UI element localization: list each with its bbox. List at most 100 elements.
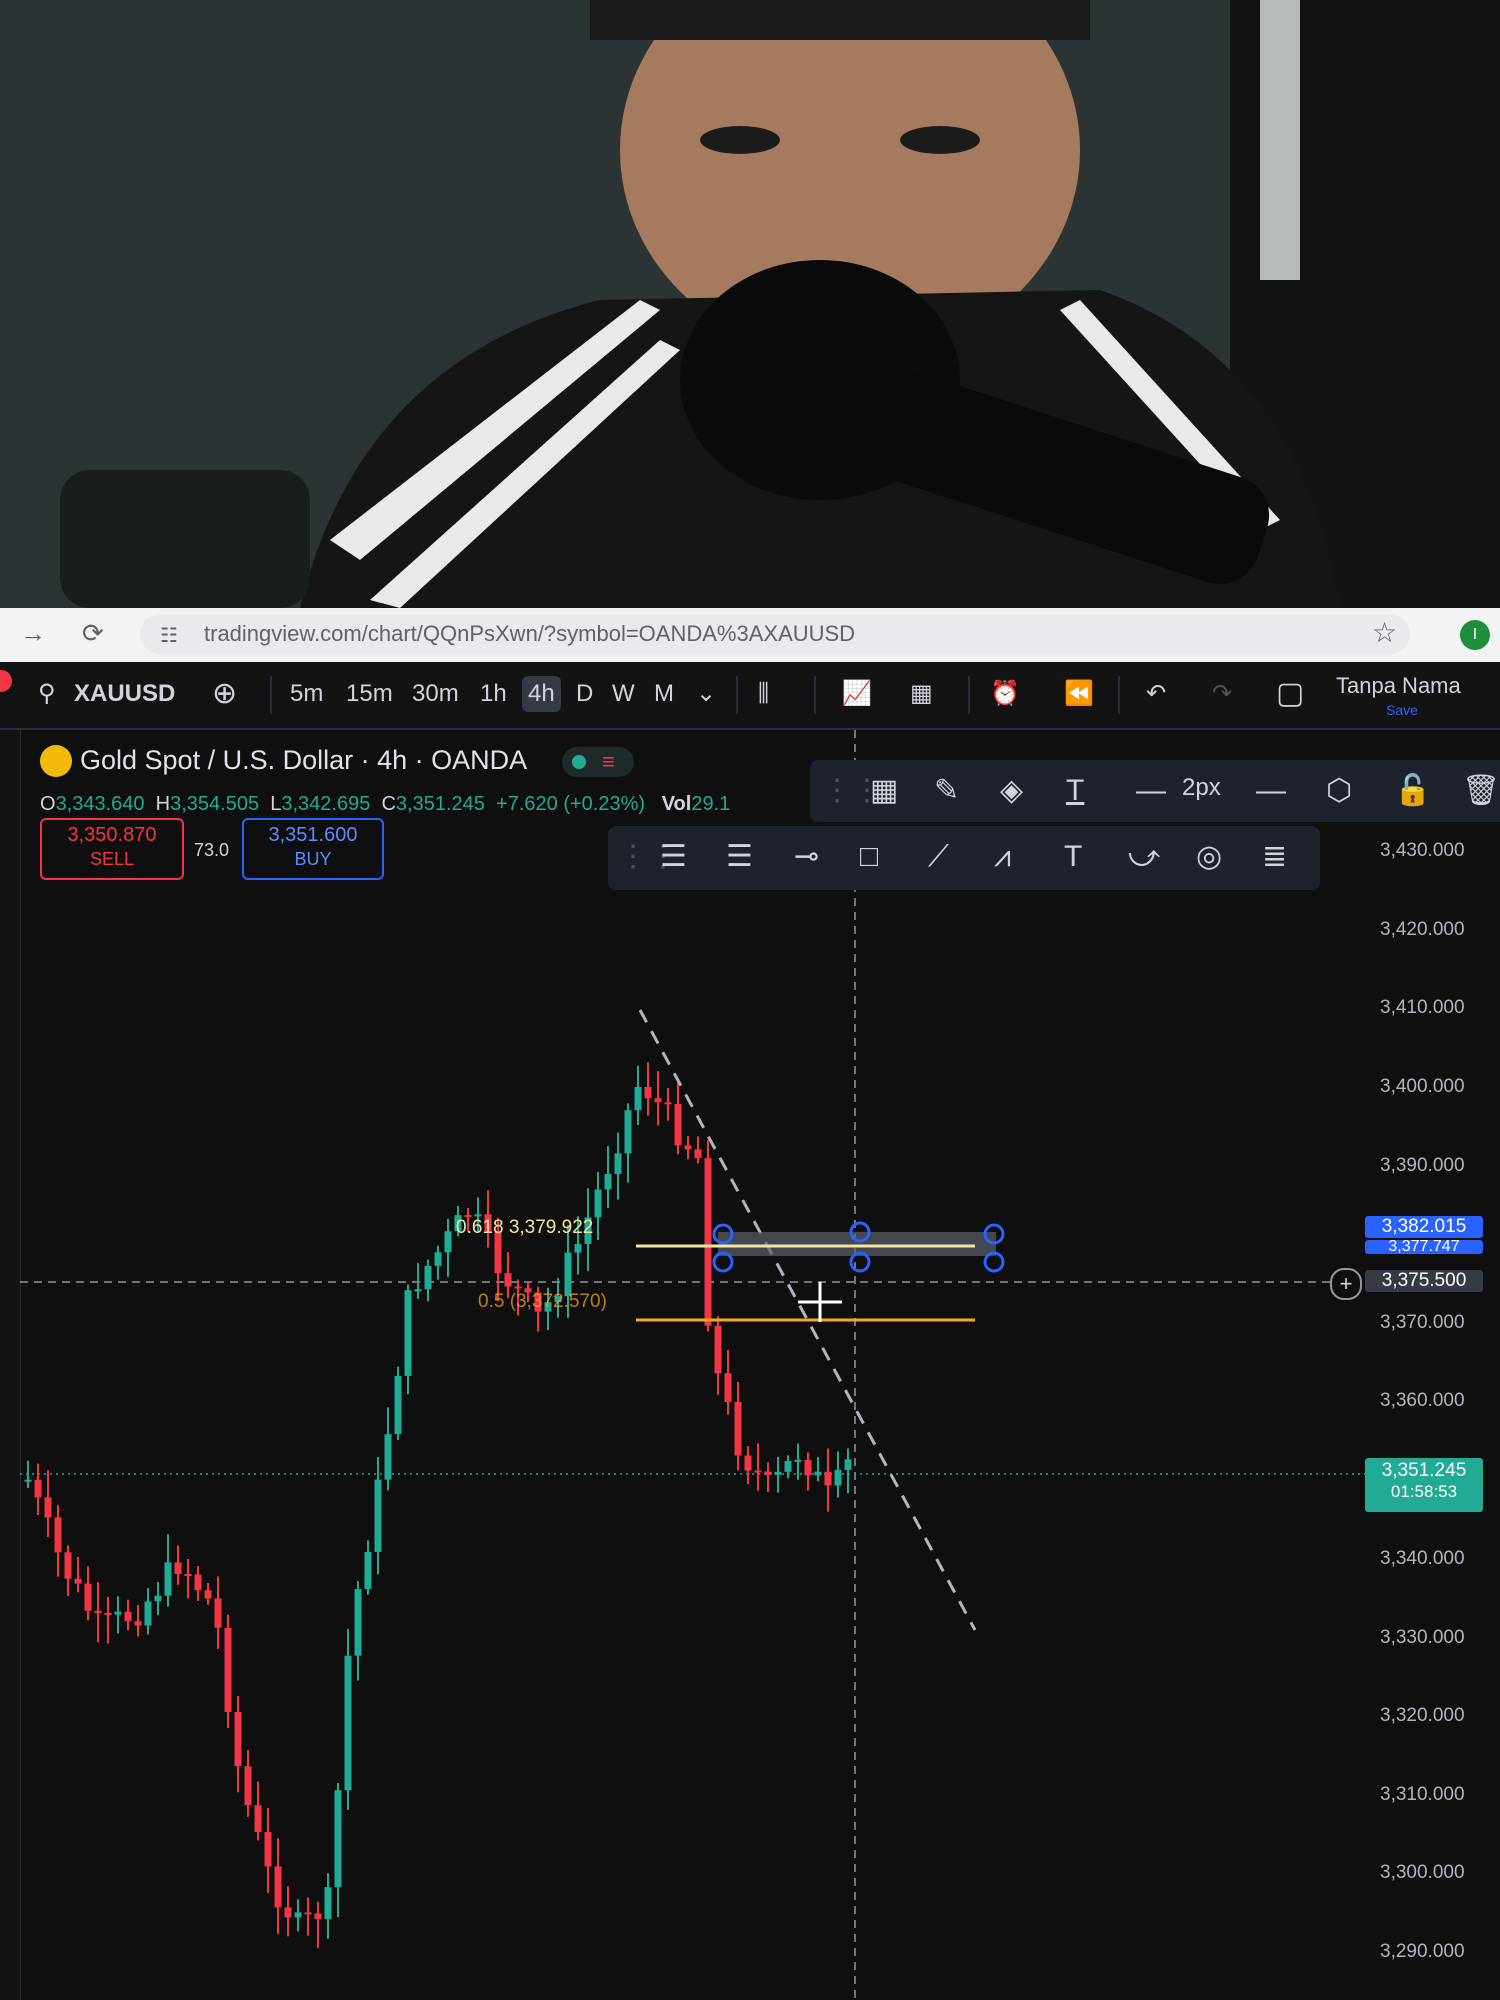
url-field[interactable]: ☷ tradingview.com/chart/QQnPsXwn/?symbol… bbox=[140, 614, 1410, 654]
fib-5-label: 0.5 (3,372.570) bbox=[478, 1291, 607, 1312]
indicators-icon[interactable]: 📈 bbox=[842, 676, 872, 712]
layout-grid-icon[interactable]: ▦ bbox=[910, 676, 933, 712]
candle-body bbox=[784, 1460, 792, 1472]
candle-body bbox=[84, 1583, 92, 1611]
candle-body bbox=[224, 1627, 232, 1713]
candle-body bbox=[694, 1149, 702, 1159]
curve-icon[interactable]: ⤻ bbox=[1128, 838, 1160, 876]
timeframe-w[interactable]: W bbox=[612, 676, 635, 712]
candle-body bbox=[24, 1479, 32, 1482]
trend-line-icon[interactable]: ⟋ bbox=[928, 838, 949, 876]
fullscreen-icon[interactable]: ▢ bbox=[1276, 676, 1304, 712]
stroke-width-value[interactable]: 2px bbox=[1182, 774, 1221, 802]
timeframe-1h[interactable]: 1h bbox=[480, 676, 507, 712]
candle-body bbox=[134, 1621, 142, 1626]
candle-body bbox=[764, 1471, 772, 1475]
text-color-icon[interactable]: T bbox=[1066, 772, 1084, 810]
market-status-pill[interactable]: ≡ bbox=[562, 747, 634, 777]
candle-body bbox=[164, 1562, 172, 1596]
candle-body bbox=[514, 1286, 522, 1289]
last-price-tag: 3,351.245 01:58:53 bbox=[1365, 1458, 1483, 1512]
price-chart[interactable]: 0.618 3,379.922 0.5 (3,372.570) bbox=[0, 730, 1500, 2000]
redo-icon[interactable]: ↷ bbox=[1212, 676, 1232, 712]
candle-body bbox=[374, 1479, 382, 1552]
fill-color-icon[interactable]: ◈ bbox=[1000, 772, 1023, 810]
chevron-down-icon[interactable]: ⌄ bbox=[696, 676, 716, 712]
candle-body bbox=[154, 1595, 162, 1602]
forward-icon[interactable]: → bbox=[20, 618, 46, 649]
sell-price: 3,350.870 bbox=[67, 824, 157, 846]
url-text: tradingview.com/chart/QQnPsXwn/?symbol=O… bbox=[204, 621, 856, 646]
add-alert-icon[interactable]: + bbox=[1330, 1268, 1362, 1300]
price-label: 3,390.000 bbox=[1380, 1155, 1465, 1176]
divider bbox=[1118, 676, 1120, 714]
candle-body bbox=[324, 1887, 332, 1920]
horizontal-ray-icon[interactable]: ⊸ bbox=[794, 838, 819, 876]
timeframe-5m[interactable]: 5m bbox=[290, 676, 323, 712]
unlock-icon[interactable]: 🔓 bbox=[1394, 772, 1431, 810]
candle-body bbox=[704, 1158, 712, 1326]
candle-body bbox=[504, 1273, 512, 1287]
candle-body bbox=[234, 1712, 242, 1767]
save-label[interactable]: Save bbox=[1386, 692, 1418, 728]
reload-icon[interactable]: ⟳ bbox=[82, 618, 104, 649]
line-style-icon[interactable]: — bbox=[1136, 772, 1166, 810]
candle-body bbox=[754, 1470, 762, 1473]
site-settings-icon[interactable]: ☷ bbox=[160, 623, 178, 648]
compare-symbol-icon[interactable]: ⊕ bbox=[212, 676, 237, 712]
timeframe-m[interactable]: M bbox=[654, 676, 674, 712]
fib-retracement-icon[interactable]: ☰ bbox=[660, 838, 687, 876]
candle-body bbox=[594, 1189, 602, 1218]
path-icon[interactable]: ⩘ bbox=[994, 838, 1011, 876]
line-type-icon[interactable]: — bbox=[1256, 772, 1286, 810]
divider bbox=[270, 676, 272, 714]
candle-body bbox=[824, 1471, 832, 1486]
timeframe-15m[interactable]: 15m bbox=[346, 676, 393, 712]
candle-body bbox=[254, 1805, 262, 1833]
menu-icon[interactable]: ≣ bbox=[1262, 838, 1287, 876]
trash-icon[interactable]: 🗑 bbox=[1462, 772, 1500, 810]
candle-body bbox=[444, 1231, 452, 1253]
target-icon[interactable]: ◎ bbox=[1196, 838, 1222, 876]
candle-body bbox=[424, 1265, 432, 1290]
crosshair-price-tag: 3,375.500 bbox=[1365, 1270, 1483, 1292]
undo-icon[interactable]: ↶ bbox=[1146, 676, 1166, 712]
sell-button[interactable]: 3,350.870 SELL bbox=[40, 818, 184, 880]
last-price-value: 3,351.245 bbox=[1381, 1460, 1467, 1481]
fib-extension-icon[interactable]: ☰ bbox=[726, 838, 753, 876]
text-tool-icon[interactable]: T bbox=[1064, 838, 1082, 876]
candle-body bbox=[34, 1479, 42, 1498]
candle-body bbox=[204, 1590, 212, 1599]
equals-icon: ≡ bbox=[602, 749, 615, 774]
candle-body bbox=[434, 1252, 442, 1266]
pencil-icon[interactable]: ✎ bbox=[934, 772, 959, 810]
buy-button[interactable]: 3,351.600 BUY bbox=[242, 818, 384, 880]
bookmark-star-icon[interactable]: ☆ bbox=[1372, 616, 1397, 649]
timeframe-4h[interactable]: 4h bbox=[522, 676, 561, 712]
profile-avatar[interactable]: I bbox=[1460, 620, 1490, 650]
candle-body bbox=[294, 1912, 302, 1918]
webcam-feed bbox=[0, 0, 1500, 608]
alert-icon[interactable]: ⏰ bbox=[990, 676, 1020, 712]
candle-body bbox=[144, 1601, 152, 1626]
timeframe-d[interactable]: D bbox=[576, 676, 593, 712]
search-icon[interactable]: ⚲ bbox=[38, 676, 56, 712]
chart-pane[interactable]: 0.618 3,379.922 0.5 (3,372.570) Gold Spo… bbox=[0, 730, 1500, 2000]
candle-body bbox=[714, 1325, 722, 1374]
candle-type-icon[interactable]: ⫼ bbox=[758, 676, 769, 712]
candle-body bbox=[744, 1455, 752, 1471]
symbol-title[interactable]: Gold Spot / U.S. Dollar · 4h · OANDA bbox=[80, 745, 527, 776]
price-label: 3,400.000 bbox=[1380, 1076, 1465, 1097]
candle-body bbox=[774, 1471, 782, 1475]
candle-body bbox=[574, 1243, 582, 1253]
divider bbox=[968, 676, 970, 714]
symbol-search-button[interactable]: XAUUSD bbox=[74, 676, 175, 712]
candle-body bbox=[394, 1375, 402, 1435]
rectangle-icon[interactable]: □ bbox=[860, 838, 878, 876]
gold-symbol-icon bbox=[40, 745, 72, 777]
replay-icon[interactable]: ⏪ bbox=[1064, 676, 1094, 712]
template-icon[interactable]: ▦ bbox=[870, 772, 898, 810]
price-label: 3,410.000 bbox=[1380, 997, 1465, 1018]
settings-icon[interactable]: ⬡ bbox=[1326, 772, 1352, 810]
timeframe-30m[interactable]: 30m bbox=[412, 676, 459, 712]
